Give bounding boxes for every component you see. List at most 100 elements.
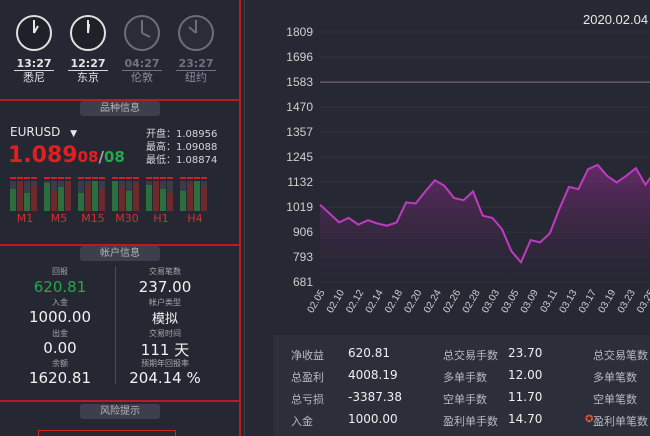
indicator-bar-fill bbox=[119, 187, 125, 211]
indicator-bar-fill bbox=[167, 193, 173, 211]
summary-label: 空单笔数 bbox=[593, 393, 637, 406]
summary-value: 1000.00 bbox=[348, 412, 398, 426]
indicator-bar bbox=[17, 181, 23, 211]
indicator-bar-top bbox=[44, 177, 50, 179]
indicator-bar bbox=[119, 181, 125, 211]
watermark-logo: ✪ bbox=[585, 414, 593, 425]
indicator-bar-top bbox=[194, 177, 200, 179]
clock-time: 13:27 bbox=[14, 57, 54, 71]
summary-label: 盈利单笔数 bbox=[593, 415, 648, 428]
chevron-down-icon: ▼ bbox=[70, 129, 78, 139]
clock-time: 12:27 bbox=[68, 57, 108, 71]
clock-icon bbox=[16, 15, 52, 51]
clock-sydney: 13:27 悉尼 bbox=[14, 14, 54, 85]
indicator-bar bbox=[201, 181, 207, 211]
x-tick-label: 03.13 bbox=[558, 288, 580, 316]
summary-value: 620.81 bbox=[348, 346, 390, 360]
indicator-bar bbox=[187, 181, 193, 211]
indicator-bar-fill bbox=[58, 187, 64, 211]
y-tick-label: 1245 bbox=[286, 150, 313, 164]
timeframe-label: M15 bbox=[81, 212, 105, 225]
timeframe-label: H1 bbox=[153, 212, 169, 225]
indicator-bar bbox=[180, 181, 186, 211]
summary-value: -3387.38 bbox=[348, 390, 402, 404]
x-tick-label: 02.05 bbox=[306, 288, 328, 316]
price-small-1: 08 bbox=[77, 148, 99, 166]
indicator-bar-fill bbox=[194, 181, 200, 211]
indicator-bar-fill bbox=[65, 181, 71, 211]
indicator-bar bbox=[146, 181, 152, 211]
divider bbox=[115, 266, 116, 384]
summary-value: 12.00 bbox=[508, 368, 543, 382]
indicator-bar-top bbox=[99, 177, 105, 179]
x-tick-label: 03.23 bbox=[616, 288, 638, 316]
section-title-account: 帐户信息 bbox=[80, 246, 160, 261]
indicator-bar bbox=[24, 181, 30, 211]
timeframe-indicator[interactable]: M1 bbox=[10, 175, 40, 230]
app-window: 13:27 悉尼 12:27 东京 04:27 伦敦 23:27 纽约 品种信息… bbox=[0, 0, 650, 436]
indicator-bar-fill bbox=[44, 183, 50, 211]
indicator-bar-top bbox=[180, 177, 186, 179]
symbol-select[interactable]: EURUSD ▼ bbox=[10, 125, 77, 139]
low-value: 1.08874 bbox=[176, 155, 218, 166]
summary-value: 23.70 bbox=[508, 346, 543, 360]
indicator-bar-top bbox=[133, 177, 139, 179]
timeframe-indicator[interactable]: H1 bbox=[146, 175, 176, 230]
x-tick-label: 03.25 bbox=[635, 288, 650, 316]
x-tick-label: 02.14 bbox=[364, 288, 386, 316]
indicator-bar-fill bbox=[31, 185, 37, 211]
indicator-bar-fill bbox=[180, 191, 186, 211]
indicator-bar bbox=[153, 181, 159, 211]
y-tick-label: 793 bbox=[293, 250, 313, 264]
y-tick-label: 1357 bbox=[286, 125, 313, 139]
x-tick-label: 03.09 bbox=[519, 288, 541, 316]
indicator-bar-fill bbox=[126, 191, 132, 211]
timeframe-indicator[interactable]: M30 bbox=[112, 175, 142, 230]
indicator-bar-fill bbox=[153, 181, 159, 211]
indicator-bar bbox=[10, 181, 16, 211]
summary-label: 总交易笔数 bbox=[593, 349, 648, 362]
y-tick-label: 1696 bbox=[286, 50, 313, 64]
summary-table: 净收益 620.81 总交易手数 23.70 总交易笔数 总盈利 4008.19 多单手数 12… bbox=[273, 335, 650, 436]
summary-label: 多单笔数 bbox=[593, 371, 637, 384]
indicator-bar bbox=[99, 181, 105, 211]
indicator-bar-fill bbox=[146, 185, 152, 211]
indicator-bar bbox=[58, 181, 64, 211]
clock-tokyo: 12:27 东京 bbox=[68, 14, 108, 85]
indicator-bar bbox=[44, 181, 50, 211]
price-small-2: 08 bbox=[103, 148, 125, 166]
indicator-bar-top bbox=[153, 177, 159, 179]
summary-label: 总交易手数 bbox=[443, 349, 498, 362]
x-tick-label: 02.24 bbox=[422, 288, 444, 316]
indicator-bar-fill bbox=[10, 189, 16, 211]
clock-icon bbox=[178, 15, 214, 51]
timeframe-indicator[interactable]: M5 bbox=[44, 175, 74, 230]
summary-label: 净收益 bbox=[291, 349, 324, 362]
balance-value: 1620.81 bbox=[28, 369, 92, 387]
indicator-bar-fill bbox=[187, 183, 193, 211]
timeframe-indicator[interactable]: H4 bbox=[180, 175, 210, 230]
timeframe-indicator[interactable]: M15 bbox=[78, 175, 108, 230]
price-display: 1.08908/08 bbox=[8, 143, 125, 168]
clock-time: 04:27 bbox=[122, 57, 162, 71]
indicator-bar bbox=[31, 181, 37, 211]
annual-label: 预期年回报率 bbox=[141, 359, 189, 368]
clock-city: 悉尼 bbox=[23, 71, 45, 84]
summary-value: 11.70 bbox=[508, 390, 543, 404]
indicator-bar-top bbox=[112, 177, 118, 179]
indicator-bar bbox=[126, 181, 132, 211]
left-panel: 13:27 悉尼 12:27 东京 04:27 伦敦 23:27 纽约 品种信息… bbox=[0, 0, 240, 436]
profit-value: 620.81 bbox=[33, 278, 87, 296]
indicator-bar-top bbox=[78, 177, 84, 179]
acct-type-value: 模拟 bbox=[151, 312, 178, 327]
annual-value: 204.14 % bbox=[129, 369, 201, 387]
summary-label: 总亏损 bbox=[291, 393, 324, 406]
indicator-bar-fill bbox=[85, 185, 91, 211]
price-main: 1.089 bbox=[8, 143, 78, 168]
indicator-bar-top bbox=[31, 177, 37, 179]
equity-chart: 2020.02.04 1809 1696 1583 1470 1357 1245 1132 10… bbox=[286, 12, 650, 316]
summary-value: 4008.19 bbox=[348, 368, 398, 382]
indicator-bar-top bbox=[17, 177, 23, 179]
indicator-bar bbox=[65, 181, 71, 211]
y-tick-label: 1470 bbox=[286, 100, 313, 114]
